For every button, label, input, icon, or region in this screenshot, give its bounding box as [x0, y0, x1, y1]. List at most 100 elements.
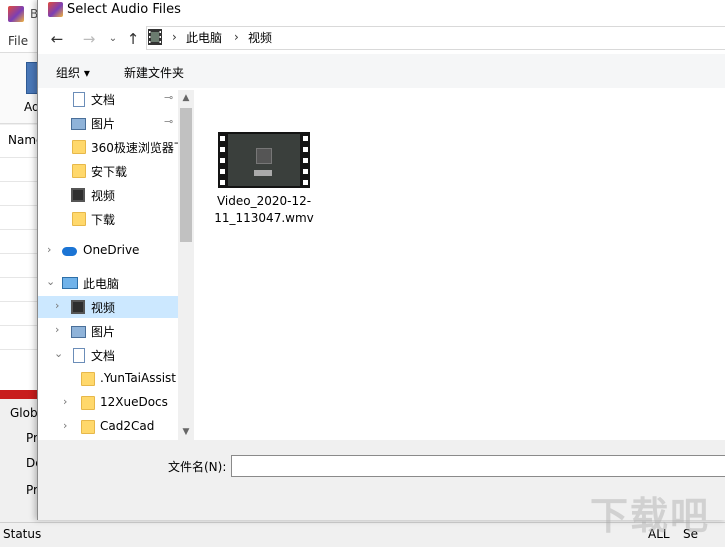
folder-icon [72, 140, 86, 154]
scroll-up-icon[interactable]: ▲ [178, 90, 194, 106]
video-icon [71, 188, 85, 202]
tree-item-cad2cad[interactable]: › Cad2Cad [38, 416, 178, 438]
select-audio-files-dialog: Select Audio Files ← → ⌄ ↑ › 此电脑 › 视频 组织… [37, 0, 725, 520]
film-hole [303, 169, 308, 174]
pin-icon[interactable]: ⊸ [164, 115, 173, 128]
row-divider [0, 253, 38, 254]
breadcrumb-separator[interactable]: › [172, 30, 177, 44]
address-bar[interactable] [146, 26, 725, 50]
tree-label: 文档 [91, 349, 116, 363]
tree-item-onedrive[interactable]: › OneDrive [38, 240, 178, 262]
bg-file-list [0, 125, 39, 390]
status-label: Status [3, 527, 42, 541]
tree-label: 视频 [91, 301, 116, 315]
row-divider [0, 157, 38, 158]
tree-label: 文档 [91, 93, 116, 107]
film-hole [303, 147, 308, 152]
chevron-right-icon[interactable]: › [63, 395, 67, 408]
picture-icon [71, 326, 86, 338]
film-hole [220, 158, 225, 163]
film-hole [220, 169, 225, 174]
tree-label: Cad2Cad [100, 419, 155, 433]
dialog-title: Select Audio Files [67, 2, 181, 17]
tree-item-documents[interactable]: ⌄ 文档 [38, 344, 178, 366]
tree-label: 360极速浏览器下 [91, 141, 186, 155]
chevron-down-icon[interactable]: ⌄ [102, 28, 124, 50]
tree-item-videos-selected[interactable]: › 视频 [38, 296, 178, 318]
tree-item-videos-quick[interactable]: 视频 [38, 184, 178, 206]
tree-item-anxiazai[interactable]: 安下载 [38, 160, 178, 182]
row-divider [0, 181, 38, 182]
new-folder-button[interactable]: 新建文件夹 [124, 64, 184, 81]
folder-icon [72, 212, 86, 226]
folder-icon [81, 420, 95, 434]
tree-item-pictures[interactable]: › 图片 [38, 320, 178, 342]
tree-item-documents-quick[interactable]: 文档 ⊸ [38, 88, 178, 110]
film-hole [220, 147, 225, 152]
filename-input[interactable] [231, 455, 725, 477]
tree-label: OneDrive [83, 243, 140, 257]
tree-item-yuntaiassist[interactable]: .YunTaiAssist [38, 368, 178, 390]
tree-label: 12XueDocs [100, 395, 168, 409]
chevron-right-icon[interactable]: › [47, 243, 51, 256]
tree-label: 此电脑 [83, 277, 120, 291]
video-icon [71, 300, 85, 314]
film-hole [220, 136, 225, 141]
row-divider [0, 301, 38, 302]
chevron-down-icon[interactable]: ⌄ [46, 275, 55, 288]
tree-item-pictures-quick[interactable]: 图片 ⊸ [38, 112, 178, 134]
document-icon [73, 92, 85, 107]
progress-bar [0, 390, 40, 399]
pin-icon[interactable]: ⊸ [164, 91, 173, 104]
chevron-right-icon[interactable]: › [63, 419, 67, 432]
tree-label: 图片 [91, 325, 116, 339]
scroll-down-icon[interactable]: ▼ [178, 424, 194, 440]
row-divider [0, 325, 38, 326]
folder-icon [81, 396, 95, 410]
filename-label: 文件名(N): [168, 460, 227, 474]
tree-label: 安下载 [91, 165, 128, 179]
computer-icon [62, 277, 78, 289]
breadcrumb-this-pc[interactable]: 此电脑 [186, 29, 222, 46]
app-logo-icon [48, 2, 63, 17]
breadcrumb-separator[interactable]: › [234, 30, 239, 44]
thumbnail-bar [254, 170, 272, 176]
tree-label: 图片 [91, 117, 116, 131]
tree-item-downloads[interactable]: 下载 [38, 208, 178, 230]
menu-file[interactable]: File [8, 34, 28, 48]
film-hole [303, 136, 308, 141]
arrow-up-icon[interactable]: ↑ [122, 28, 144, 50]
video-folder-icon [148, 29, 162, 45]
film-hole [220, 180, 225, 185]
picture-icon [71, 118, 86, 130]
cloud-icon [62, 247, 77, 256]
tree-label: .YunTaiAssist [100, 371, 177, 385]
film-hole [303, 158, 308, 163]
file-name-label[interactable]: Video_2020-12-11_113047.wmv [214, 193, 314, 227]
watermark-text: 下载吧 [590, 494, 711, 538]
folder-icon [72, 164, 86, 178]
play-icon [256, 148, 272, 164]
breadcrumb-videos[interactable]: 视频 [248, 29, 272, 46]
tree-item-360-browser[interactable]: 360极速浏览器下 [38, 136, 186, 158]
chevron-down-icon[interactable]: ⌄ [54, 347, 63, 360]
row-divider [0, 229, 38, 230]
navigation-pane: 文档 ⊸ 图片 ⊸ 360极速浏览器下 安下载 视频 下载 › OneDrive [38, 88, 196, 440]
scrollbar-thumb[interactable] [180, 108, 192, 242]
arrow-right-icon[interactable]: → [78, 28, 100, 50]
app-logo-icon [8, 6, 24, 22]
tree-label: 下载 [91, 213, 116, 227]
document-icon [73, 348, 85, 363]
tree-item-12xuedocs[interactable]: › 12XueDocs [38, 392, 178, 414]
arrow-left-icon[interactable]: ← [46, 28, 68, 50]
row-divider [0, 277, 38, 278]
chevron-right-icon[interactable]: › [55, 299, 59, 312]
row-divider [0, 205, 38, 206]
folder-icon [81, 372, 95, 386]
tree-item-this-pc[interactable]: ⌄ 此电脑 [38, 272, 178, 294]
row-divider [0, 349, 38, 350]
organize-button[interactable]: 组织 ▾ [56, 64, 90, 81]
film-hole [303, 180, 308, 185]
chevron-right-icon[interactable]: › [55, 323, 59, 336]
tree-label: 视频 [91, 189, 116, 203]
